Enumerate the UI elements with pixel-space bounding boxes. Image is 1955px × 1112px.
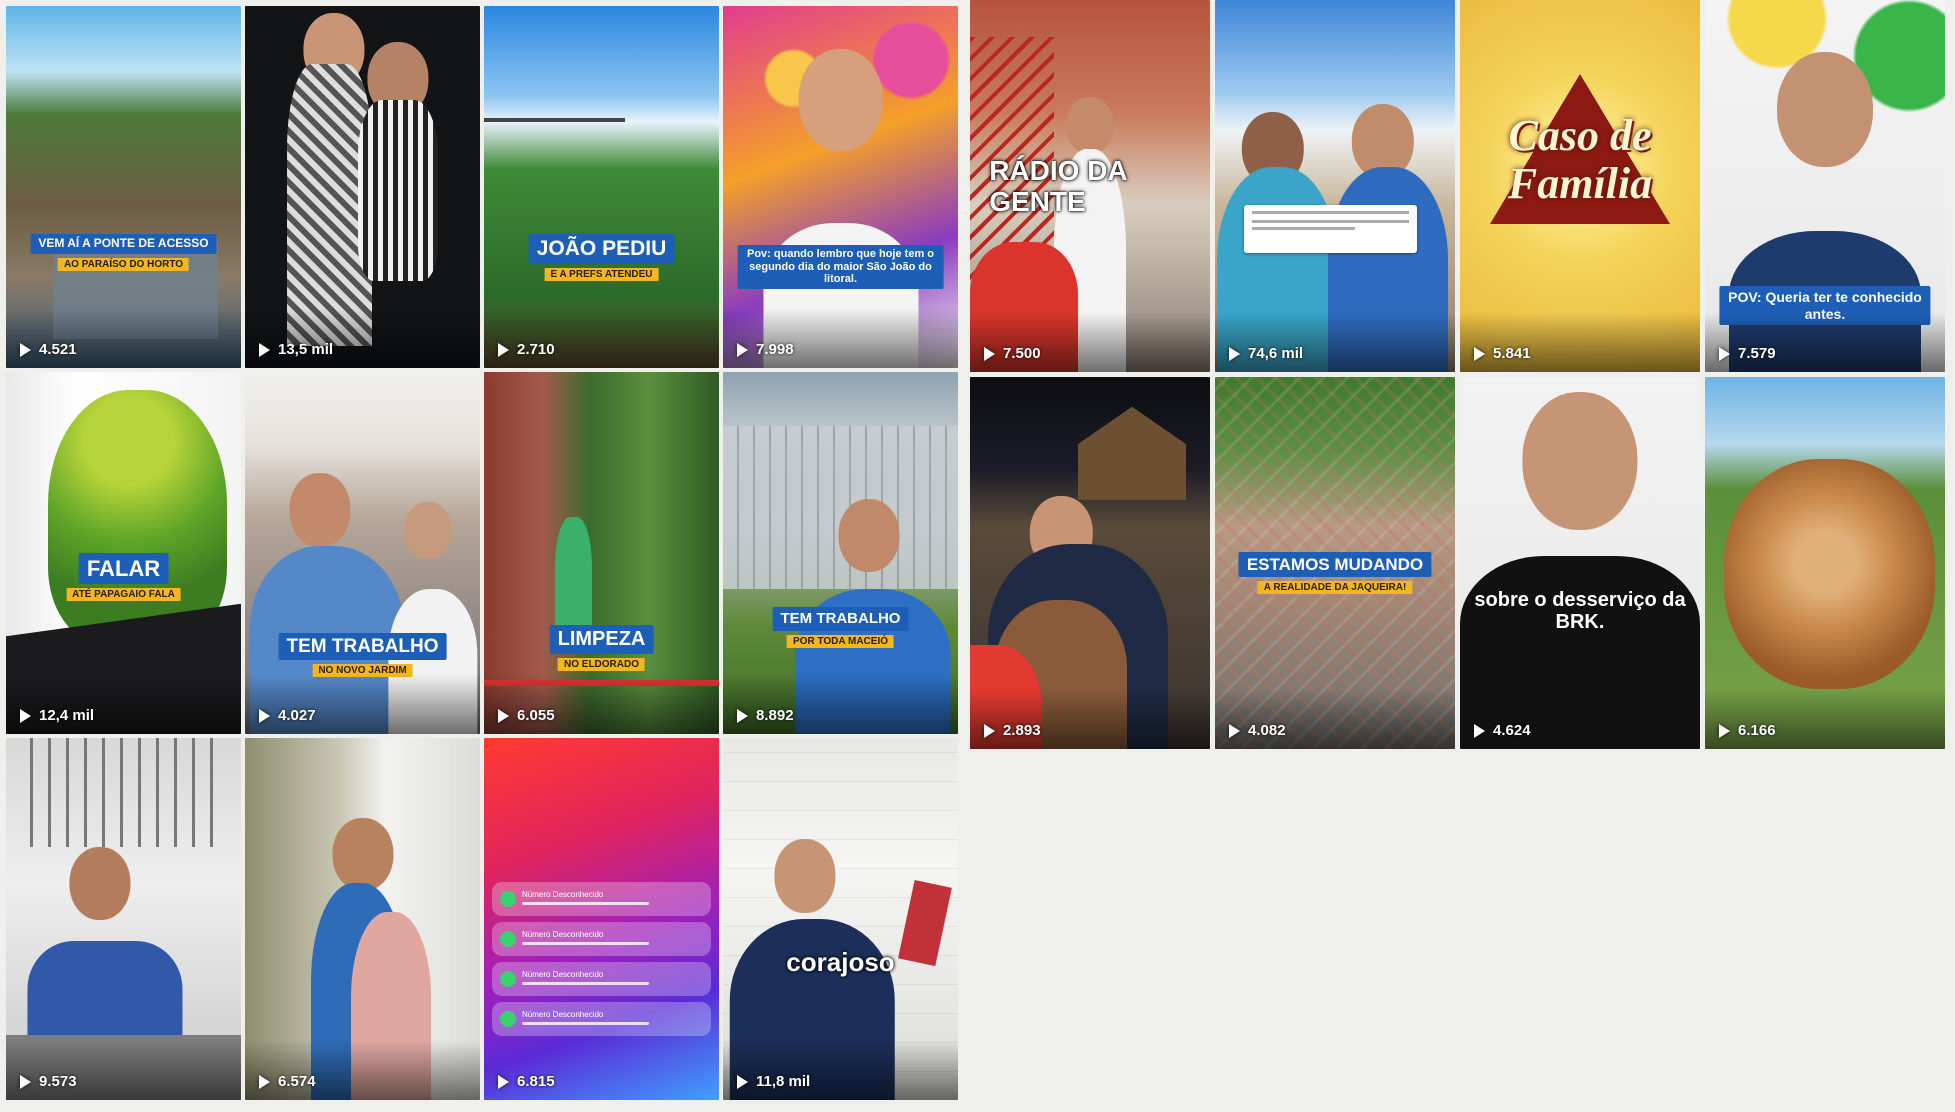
reel-tile[interactable]: POV: Queria ter te conhecido antes. 7.57… [1705,0,1945,372]
play-icon [20,708,31,723]
play-icon [1474,723,1485,738]
reel-tile[interactable]: TEM TRABALHO POR TODA MACEIÓ 8.892 [723,372,958,734]
playground-house [1078,406,1186,500]
view-count: 4.521 [20,341,77,358]
play-icon [498,1074,509,1089]
parrot [48,390,227,644]
reel-subbanner: NO ELDORADO [557,658,645,672]
reel-banner: Pov: quando lembro que hoje tem o segund… [737,244,944,289]
reel-tile[interactable]: 2.893 [970,377,1210,749]
reel-banner: TEM TRABALHO [772,607,909,631]
view-count: 5.841 [1474,345,1531,362]
reel-tile[interactable]: Caso de Família 5.841 [1460,0,1700,372]
reels-grid-left: VEM AÍ A PONTE DE ACESSO AO PARAÍSO DO H… [6,6,958,1100]
reel-tile[interactable]: FALAR ATÉ PAPAGAIO FALA 12,4 mil [6,372,241,734]
view-count: 12,4 mil [20,707,94,724]
play-icon [1719,723,1730,738]
reel-tile[interactable]: 9.573 [6,738,241,1100]
view-count: 6.055 [498,707,555,724]
reel-caption: RÁDIO DA GENTE [989,155,1127,218]
view-count: 4.082 [1229,722,1286,739]
view-count: 6.166 [1719,722,1776,739]
view-count: 6.574 [259,1073,316,1090]
reel-caption: sobre o desserviço da BRK. [1474,589,1686,634]
view-count: 11,8 mil [737,1073,810,1090]
play-icon [1474,346,1485,361]
notification-item: Número Desconhecido [492,921,711,956]
play-icon [737,342,748,357]
view-count: 6.815 [498,1073,555,1090]
person-dress [357,100,438,282]
reel-banner: VEM AÍ A PONTE DE ACESSO [30,234,217,254]
reel-caption: corajoso [786,946,895,977]
window-bars [29,738,218,847]
view-count: 2.893 [984,722,1041,739]
pole-arm [484,118,625,123]
play-icon [984,723,995,738]
whatsapp-icon [500,1010,516,1027]
goat [1724,458,1936,690]
play-icon [984,346,995,361]
view-count: 8.892 [737,707,794,724]
notification-item: Número Desconhecido [492,881,711,916]
view-count: 7.579 [1719,345,1776,362]
view-count: 74,6 mil [1229,345,1303,362]
play-icon [498,342,509,357]
play-icon [737,708,748,723]
view-count: 2.710 [498,341,555,358]
reel-tile[interactable]: 13,5 mil [245,6,480,368]
reel-tile[interactable]: Número Desconhecido Número Desconhecido … [484,738,719,1100]
reel-banner: ESTAMOS MUDANDO [1238,551,1432,578]
play-icon [1229,723,1240,738]
reel-tile[interactable]: LIMPEZA NO ELDORADO 6.055 [484,372,719,734]
notification-item: Número Desconhecido [492,961,711,996]
reel-banner: JOÃO PEDIU [528,234,675,265]
reel-subbanner: E A PREFS ATENDEU [544,268,659,282]
whatsapp-icon [500,970,516,987]
reel-tile[interactable]: 74,6 mil [1215,0,1455,372]
reel-subbanner: A REALIDADE DA JAQUEIRA! [1257,581,1413,595]
person-black-shirt [1460,555,1700,749]
view-count: 4.027 [259,707,316,724]
reel-caption: Caso de Família [1507,110,1653,208]
reel-tile[interactable]: sobre o desserviço da BRK. 4.624 [1460,377,1700,749]
play-icon [259,1074,270,1089]
reel-tile[interactable]: 6.574 [245,738,480,1100]
reel-banner: TEM TRABALHO [278,632,447,661]
whatsapp-icon [500,930,516,947]
reel-subbanner: POR TODA MACEIÓ [786,634,895,648]
play-icon [1719,346,1730,361]
reel-tile[interactable]: RÁDIO DA GENTE 7.500 [970,0,1210,372]
comment-screenshot [1243,204,1417,253]
whatsapp-icon [500,890,516,907]
view-count: 9.573 [20,1073,77,1090]
notification-item: Número Desconhecido [492,1001,711,1036]
reel-banner: FALAR [78,553,169,585]
notification-list: Número Desconhecido Número Desconhecido … [484,876,719,1042]
blocks [723,426,958,590]
play-icon [259,342,270,357]
reels-grid-right: RÁDIO DA GENTE 7.500 74,6 mil Caso de Fa… [970,0,1945,749]
reel-tile[interactable]: JOÃO PEDIU E A PREFS ATENDEU 2.710 [484,6,719,368]
view-count: 4.624 [1474,722,1531,739]
reel-subbanner: AO PARAÍSO DO HORTO [57,257,190,271]
play-icon [1229,346,1240,361]
reel-tile[interactable]: 6.166 [1705,377,1945,749]
reel-tile[interactable]: VEM AÍ A PONTE DE ACESSO AO PARAÍSO DO H… [6,6,241,368]
reel-banner: LIMPEZA [549,625,654,655]
reel-subbanner: ATÉ PAPAGAIO FALA [66,588,181,602]
view-count: 7.500 [984,345,1041,362]
play-icon [20,342,31,357]
view-count: 13,5 mil [259,341,333,358]
play-icon [498,708,509,723]
reel-tile[interactable]: ESTAMOS MUDANDO A REALIDADE DA JAQUEIRA!… [1215,377,1455,749]
reel-tile[interactable]: corajoso 11,8 mil [723,738,958,1100]
play-icon [20,1074,31,1089]
play-icon [259,708,270,723]
reel-tile[interactable]: Pov: quando lembro que hoje tem o segund… [723,6,958,368]
reel-tile[interactable]: TEM TRABALHO NO NOVO JARDIM 4.027 [245,372,480,734]
view-count: 7.998 [737,341,794,358]
play-icon [737,1074,748,1089]
